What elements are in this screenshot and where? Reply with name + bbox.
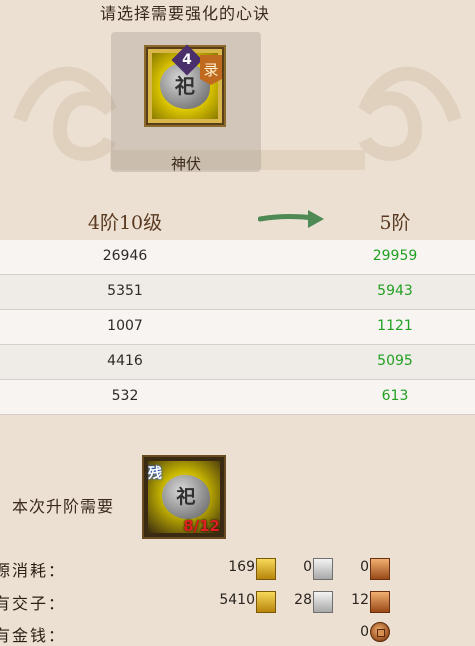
silver-amount: 0 <box>303 559 312 575</box>
stat-next-value: 5943 <box>377 283 413 299</box>
stat-row: 532 613 <box>0 380 475 415</box>
copper-amount: 0 <box>360 559 369 575</box>
stat-next-value: 1121 <box>377 318 413 334</box>
cost-label: 有交子： <box>0 594 67 613</box>
cost-row-jiaozi: 有交子： 5410 28 12 <box>0 590 475 614</box>
arrow-right-icon <box>258 210 324 228</box>
stat-current-value: 4416 <box>107 353 143 369</box>
copper-coin-icon <box>370 622 390 642</box>
gold-ingot-icon <box>256 558 276 580</box>
stat-row: 26946 29959 <box>0 240 475 275</box>
stat-current-value: 5351 <box>107 283 143 299</box>
stats-table: 26946 29959 5351 5943 1007 1121 4416 509… <box>0 240 475 415</box>
gold-amount: 5410 <box>219 592 255 608</box>
stat-current-value: 26946 <box>102 248 148 264</box>
cost-row-resource: 源消耗： 169 0 0 <box>0 557 475 581</box>
stat-next-value: 613 <box>381 388 409 404</box>
gold-amount: 169 <box>228 559 255 575</box>
copper-amount: 12 <box>351 592 369 608</box>
silver-amount: 28 <box>294 592 312 608</box>
stat-current-value: 532 <box>111 388 139 404</box>
stat-current-value: 1007 <box>107 318 143 334</box>
tier-badge: 4 <box>171 44 203 76</box>
cost-row-money: 有金钱： 0 <box>0 622 475 646</box>
copper-ingot-icon <box>370 591 390 613</box>
requirement-label: 本次升阶需要 <box>12 497 115 516</box>
fragment-tag: 残 <box>148 466 162 482</box>
silver-ingot-icon <box>313 591 333 613</box>
silver-ingot-icon <box>313 558 333 580</box>
cost-label: 源消耗： <box>0 561 67 580</box>
page-title: 请选择需要强化的心诀 <box>99 4 270 23</box>
next-stage: 5阶 <box>379 212 411 234</box>
required-item-count: 8/12 <box>183 517 220 535</box>
tier-badge-number: 4 <box>182 52 192 68</box>
stat-row: 4416 5095 <box>0 345 475 380</box>
cost-label: 有金钱： <box>0 626 67 645</box>
copper-ingot-icon <box>370 558 390 580</box>
rune-stone-icon: 祀 <box>162 475 210 519</box>
gold-ingot-icon <box>256 591 276 613</box>
stat-row: 5351 5943 <box>0 275 475 310</box>
current-stage: 4阶10级 <box>87 212 163 234</box>
stat-next-value: 29959 <box>372 248 418 264</box>
stat-next-value: 5095 <box>377 353 413 369</box>
coin-amount: 0 <box>360 624 369 640</box>
required-item-slot[interactable]: 祀 残 8/12 <box>142 455 226 539</box>
stat-row: 1007 1121 <box>0 310 475 345</box>
selected-item-slot[interactable]: 祀 4 录 <box>144 44 226 127</box>
selected-item-name: 神伏 <box>170 155 201 173</box>
seal-badge: 录 <box>200 55 222 85</box>
